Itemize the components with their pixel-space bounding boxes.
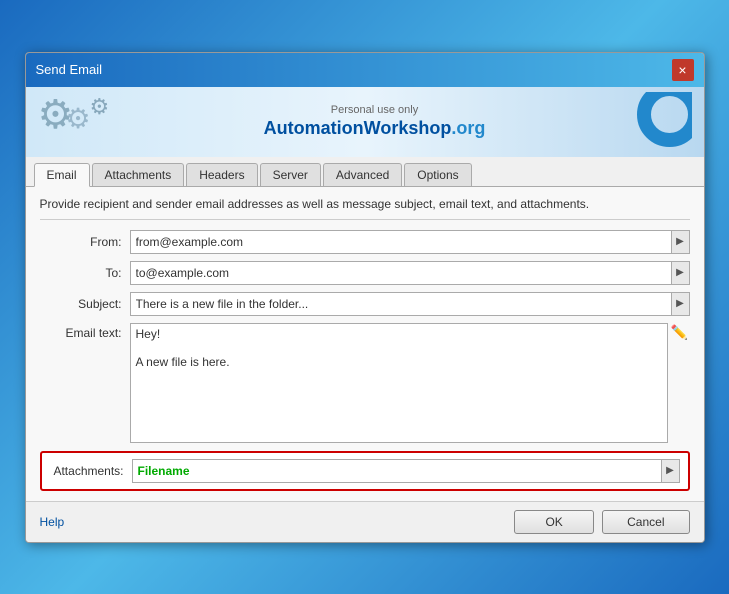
automation-workshop-text: AutomationWorkshop: [264, 118, 452, 138]
edit-icon-area: ✏️: [670, 323, 690, 343]
attachments-section: Attachments: ▶: [40, 451, 690, 491]
title-bar: Send Email ×: [26, 53, 704, 87]
attachments-label: Attachments:: [50, 464, 132, 478]
close-button[interactable]: ×: [672, 59, 694, 81]
to-label: To:: [40, 266, 130, 280]
brand-name: AutomationWorkshop.org: [264, 118, 486, 138]
from-row: From: ▶: [40, 230, 690, 254]
email-text-label: Email text:: [40, 323, 130, 340]
gear-area: ⚙ ⚙ ⚙: [38, 92, 128, 152]
ok-button[interactable]: OK: [514, 510, 594, 534]
subject-row: Subject: ▶: [40, 292, 690, 316]
tab-attachments[interactable]: Attachments: [92, 163, 185, 186]
tab-email[interactable]: Email: [34, 163, 90, 187]
gear-icon-small: ⚙: [90, 94, 110, 120]
footer: Help OK Cancel: [26, 501, 704, 542]
to-arrow-button[interactable]: ▶: [672, 261, 690, 285]
gear-icon-medium: ⚙: [66, 102, 91, 135]
tab-headers[interactable]: Headers: [186, 163, 257, 186]
tab-options[interactable]: Options: [404, 163, 471, 186]
from-input-wrap: ▶: [130, 230, 690, 254]
tabs-bar: Email Attachments Headers Server Advance…: [26, 157, 704, 187]
subject-label: Subject:: [40, 297, 130, 311]
email-text-wrap: Hey! A new file is here. ✏️: [130, 323, 690, 443]
tab-advanced[interactable]: Advanced: [323, 163, 402, 186]
from-label: From:: [40, 235, 130, 249]
to-input-wrap: ▶: [130, 261, 690, 285]
header-banner: ⚙ ⚙ ⚙ Personal use only AutomationWorksh…: [26, 87, 704, 157]
dialog-title: Send Email: [36, 62, 102, 77]
personal-use-label: Personal use only: [128, 104, 622, 116]
brand-text: Personal use only AutomationWorkshop.org: [128, 104, 622, 139]
subject-field[interactable]: [130, 292, 672, 316]
footer-buttons: OK Cancel: [514, 510, 689, 534]
tab-server[interactable]: Server: [260, 163, 321, 186]
from-field[interactable]: [130, 230, 672, 254]
email-text-field[interactable]: Hey! A new file is here.: [130, 323, 668, 443]
from-arrow-button[interactable]: ▶: [672, 230, 690, 254]
description-text: Provide recipient and sender email addre…: [40, 197, 690, 220]
send-email-dialog: Send Email × ⚙ ⚙ ⚙ Personal use only Aut…: [25, 52, 705, 543]
to-row: To: ▶: [40, 261, 690, 285]
to-field[interactable]: [130, 261, 672, 285]
subject-input-wrap: ▶: [130, 292, 690, 316]
org-text: .org: [451, 118, 485, 138]
at-logo: [622, 92, 692, 152]
at-circle: [637, 92, 692, 147]
email-text-row: Email text: Hey! A new file is here. ✏️: [40, 323, 690, 443]
help-link[interactable]: Help: [40, 515, 65, 529]
cancel-button[interactable]: Cancel: [602, 510, 689, 534]
attachments-arrow-button[interactable]: ▶: [662, 459, 680, 483]
edit-icon[interactable]: ✏️: [670, 323, 690, 343]
attachments-field[interactable]: [132, 459, 662, 483]
subject-arrow-button[interactable]: ▶: [672, 292, 690, 316]
content-area: Provide recipient and sender email addre…: [26, 187, 704, 501]
